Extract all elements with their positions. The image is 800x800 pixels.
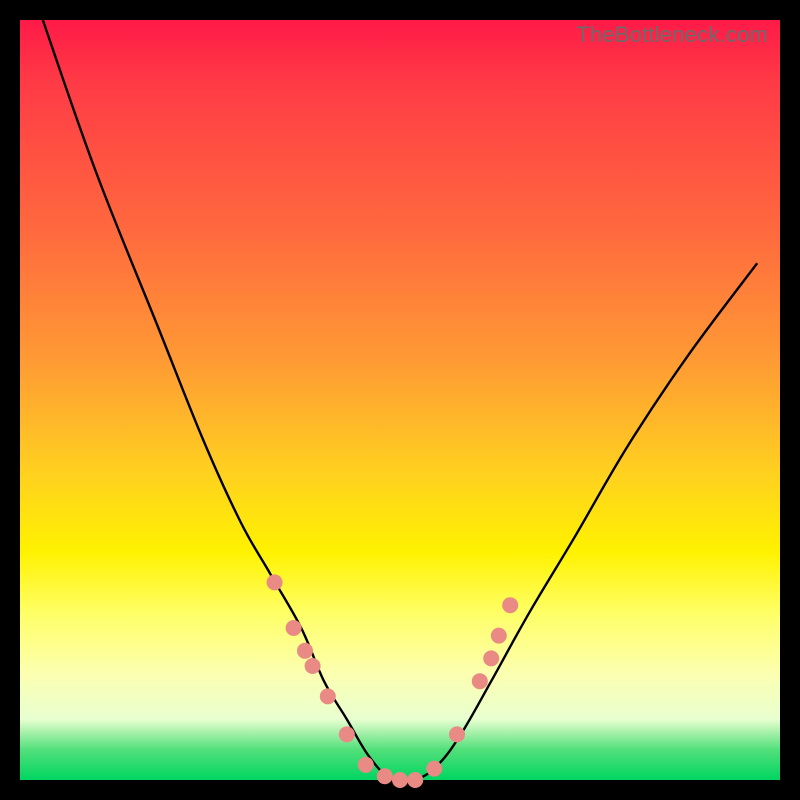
highlight-dot bbox=[491, 628, 507, 644]
highlight-dot bbox=[358, 757, 374, 773]
curve-path bbox=[43, 20, 757, 783]
chart-frame: TheBottleneck.com bbox=[0, 0, 800, 800]
highlight-dots bbox=[267, 574, 519, 788]
bottleneck-curve bbox=[20, 20, 780, 780]
plot-area: TheBottleneck.com bbox=[20, 20, 780, 780]
highlight-dot bbox=[407, 772, 423, 788]
highlight-dot bbox=[392, 772, 408, 788]
highlight-dot bbox=[449, 726, 465, 742]
highlight-dot bbox=[305, 658, 321, 674]
highlight-dot bbox=[377, 768, 393, 784]
highlight-dot bbox=[426, 761, 442, 777]
highlight-dot bbox=[297, 643, 313, 659]
highlight-dot bbox=[320, 688, 336, 704]
highlight-dot bbox=[483, 650, 499, 666]
highlight-dot bbox=[286, 620, 302, 636]
highlight-dot bbox=[267, 574, 283, 590]
highlight-dot bbox=[339, 726, 355, 742]
highlight-dot bbox=[472, 673, 488, 689]
highlight-dot bbox=[502, 597, 518, 613]
